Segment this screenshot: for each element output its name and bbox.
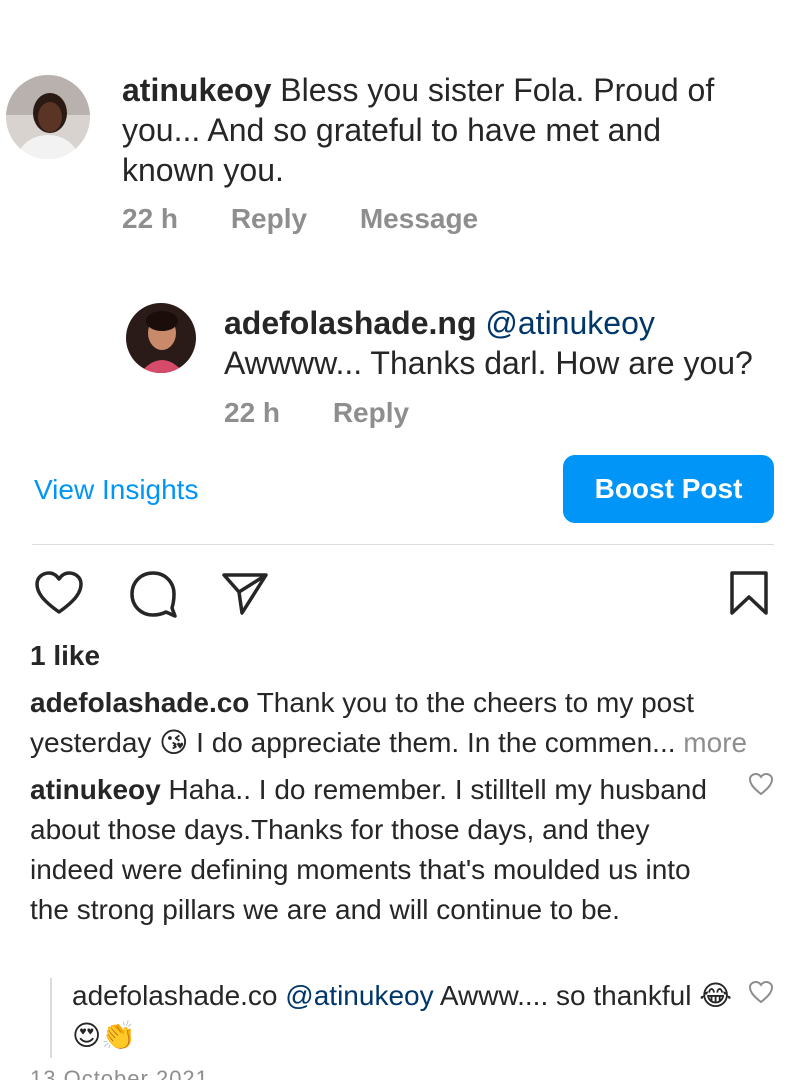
share-icon[interactable] [220, 570, 270, 621]
divider [32, 544, 774, 545]
likes-count[interactable]: 1 like [30, 640, 100, 672]
comment-username[interactable]: atinukeoy [122, 72, 271, 108]
preview-reply: adefolashade.co @atinukeoy Awww.... so t… [72, 976, 732, 1056]
reply-button[interactable]: Reply [333, 397, 409, 428]
preview-comment-username[interactable]: atinukeoy [30, 774, 161, 805]
reply-text: adefolashade.ng @atinukeoy Awwww... Than… [224, 303, 794, 383]
preview-reply-username[interactable]: adefolashade.co [72, 980, 278, 1011]
reply-thread-line [50, 978, 52, 1058]
reply-button[interactable]: Reply [231, 203, 307, 234]
preview-comment: atinukeoy Haha.. I do remember. I stillt… [30, 770, 730, 930]
reply-time: 22 h [224, 397, 281, 428]
comment-meta: 22 h Reply Message [122, 203, 523, 235]
caption-username[interactable]: adefolashade.co [30, 687, 249, 718]
heart-icon[interactable] [34, 570, 84, 621]
bookmark-icon[interactable] [728, 570, 770, 621]
post-caption: adefolashade.co Thank you to the cheers … [30, 683, 780, 763]
boost-post-button[interactable]: Boost Post [563, 455, 774, 523]
comment-text: atinukeoy Bless you sister Fola. Proud o… [122, 70, 762, 190]
comment-time: 22 h [122, 203, 179, 234]
post-date: 13 October 2021 [30, 1066, 209, 1080]
view-insights-link[interactable]: View Insights [34, 474, 198, 506]
comment-icon[interactable] [128, 570, 178, 623]
reply-body: Awwww... Thanks darl. How are you? [224, 345, 753, 381]
more-link[interactable]: more [683, 727, 747, 758]
avatar[interactable] [126, 303, 196, 373]
message-button[interactable]: Message [360, 203, 478, 234]
like-comment-heart-icon[interactable] [748, 772, 774, 801]
like-reply-heart-icon[interactable] [748, 980, 774, 1009]
avatar[interactable] [6, 75, 90, 159]
reply-username[interactable]: adefolashade.ng [224, 305, 477, 341]
reply-mention[interactable]: @atinukeoy [485, 305, 654, 341]
preview-reply-mention[interactable]: @atinukeoy [285, 980, 433, 1011]
reply-meta: 22 h Reply [224, 397, 454, 429]
